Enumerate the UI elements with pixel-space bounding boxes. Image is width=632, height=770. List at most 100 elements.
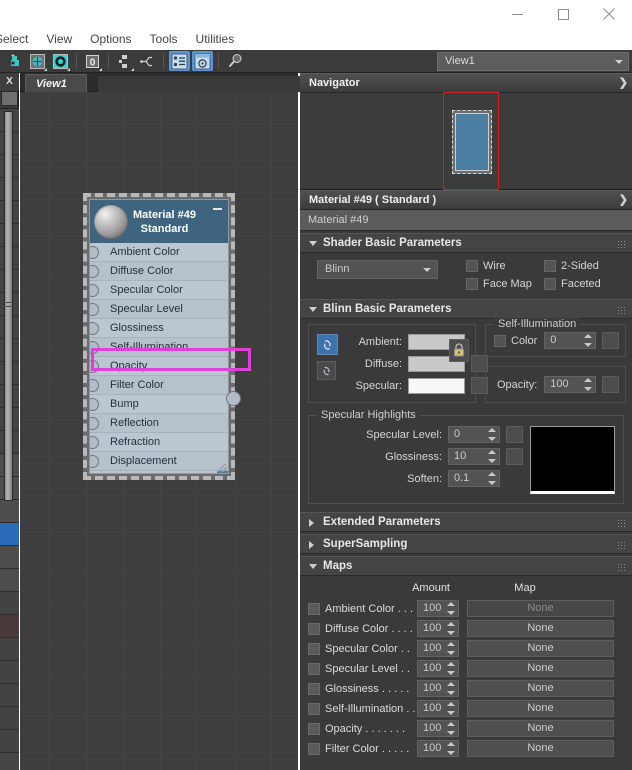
- rollout-supersampling[interactable]: SuperSampling: [300, 534, 632, 554]
- chevron-right-icon[interactable]: ❯: [619, 77, 628, 90]
- node-slot-specular-color[interactable]: Specular Color: [90, 281, 228, 300]
- map-slot-button[interactable]: None: [467, 720, 614, 737]
- map-row-specular-color[interactable]: Specular Color . . 100 None: [308, 639, 624, 658]
- node-slot-filter-color[interactable]: Filter Color: [90, 376, 228, 395]
- list-item[interactable]: [0, 546, 19, 569]
- grip-icon[interactable]: [617, 541, 625, 549]
- maximize-button[interactable]: [540, 0, 586, 28]
- checkbox-icon[interactable]: [308, 722, 320, 735]
- node-slot-ambient-color[interactable]: Ambient Color: [90, 243, 228, 262]
- rollout-blinn-basic-parameters[interactable]: Blinn Basic Parameters: [300, 299, 632, 319]
- spinner-arrows-icon[interactable]: [447, 602, 455, 615]
- checkbox-icon[interactable]: [308, 742, 320, 755]
- map-row-diffuse-color[interactable]: Diffuse Color . . . . 100 None: [308, 619, 624, 638]
- minimize-icon[interactable]: [213, 208, 222, 210]
- list-item[interactable]: [0, 684, 19, 707]
- move-children-button[interactable]: [27, 51, 48, 71]
- node-slot-glossiness[interactable]: Glossiness: [90, 319, 228, 338]
- view-selector[interactable]: View1: [437, 52, 629, 71]
- node-output-socket-icon[interactable]: [226, 391, 241, 406]
- browser-scrollbar-thumb[interactable]: [4, 111, 13, 501]
- socket-icon[interactable]: [90, 322, 99, 335]
- map-slot-button[interactable]: None: [467, 700, 614, 717]
- list-item[interactable]: [0, 615, 19, 638]
- checkbox-icon[interactable]: [308, 682, 320, 695]
- menu-view[interactable]: View: [37, 29, 81, 49]
- material-parameter-editor-button[interactable]: [169, 51, 190, 71]
- material-panel-header[interactable]: Material #49 ( Standard ) ❯: [300, 190, 632, 210]
- checkbox-icon[interactable]: [544, 260, 556, 272]
- map-slot-button[interactable]: None: [467, 640, 614, 657]
- checkbox-icon[interactable]: [308, 662, 320, 675]
- select-material-button[interactable]: [4, 51, 25, 71]
- rollout-maps[interactable]: Maps: [300, 556, 632, 576]
- spinner-arrows-icon[interactable]: [488, 472, 496, 485]
- spinner-arrows-icon[interactable]: [447, 742, 455, 755]
- specular-level-map-button[interactable]: [506, 426, 523, 443]
- select-tool-button[interactable]: [224, 51, 245, 71]
- map-amount-spinner[interactable]: 100: [417, 740, 459, 757]
- socket-icon[interactable]: [90, 303, 99, 316]
- list-item-selected[interactable]: [0, 523, 19, 546]
- socket-icon[interactable]: [90, 360, 99, 373]
- checkbox-faceted[interactable]: Faceted: [544, 278, 624, 290]
- list-item[interactable]: [0, 569, 19, 592]
- grip-icon[interactable]: [617, 306, 625, 314]
- spinner-arrows-icon[interactable]: [447, 722, 455, 735]
- close-button[interactable]: [586, 0, 632, 28]
- spinner-arrows-icon[interactable]: [488, 450, 496, 463]
- list-item[interactable]: [0, 661, 19, 684]
- checkbox-icon[interactable]: [544, 278, 556, 290]
- node-canvas[interactable]: Material #49 Standard Ambient Color Diff…: [20, 92, 298, 770]
- socket-icon[interactable]: [90, 398, 99, 411]
- glossiness-map-button[interactable]: [506, 448, 523, 465]
- node-title-bar[interactable]: Material #49 Standard: [90, 200, 228, 243]
- spinner-arrows-icon[interactable]: [584, 378, 593, 391]
- list-item[interactable]: [0, 500, 19, 523]
- socket-icon[interactable]: [90, 417, 99, 430]
- rollout-shader-basic-parameters[interactable]: Shader Basic Parameters: [300, 233, 632, 253]
- map-amount-spinner[interactable]: 100: [417, 640, 459, 657]
- map-amount-spinner[interactable]: 100: [417, 700, 459, 717]
- spinner-arrows-icon[interactable]: [488, 428, 496, 441]
- map-amount-spinner[interactable]: 100: [417, 720, 459, 737]
- checkbox-icon[interactable]: [466, 260, 478, 272]
- map-slot-button[interactable]: None: [467, 740, 614, 757]
- map-slot-button[interactable]: None: [467, 600, 614, 617]
- map-row-filter-color[interactable]: Filter Color . . . . . 100 None: [308, 739, 624, 758]
- list-item[interactable]: [0, 730, 19, 753]
- map-slot-button[interactable]: None: [467, 620, 614, 637]
- menu-utilities[interactable]: Utilities: [187, 29, 244, 49]
- specular-level-spinner[interactable]: 0: [448, 426, 500, 443]
- specular-color-swatch[interactable]: [408, 377, 465, 394]
- list-item[interactable]: [0, 707, 19, 730]
- browser-close-button[interactable]: X: [0, 73, 19, 90]
- socket-icon[interactable]: [90, 284, 99, 297]
- spinner-arrows-icon[interactable]: [584, 334, 593, 347]
- navigator-header[interactable]: Navigator ❯: [300, 73, 632, 93]
- checkbox-icon[interactable]: [308, 642, 320, 655]
- browser-list[interactable]: [0, 108, 19, 770]
- socket-icon[interactable]: [90, 455, 99, 468]
- parameters-scroll-area[interactable]: Shader Basic Parameters Blinn Wire 2-Sid…: [300, 231, 632, 770]
- chevron-right-icon[interactable]: ❯: [619, 194, 628, 207]
- node-slot-reflection[interactable]: Reflection: [90, 414, 228, 433]
- map-amount-spinner[interactable]: 100: [417, 620, 459, 637]
- map-row-opacity[interactable]: Opacity . . . . . . . 100 None: [308, 719, 624, 738]
- material-node[interactable]: Material #49 Standard Ambient Color Diff…: [83, 193, 251, 480]
- socket-icon[interactable]: [90, 265, 99, 278]
- spinner-arrows-icon[interactable]: [447, 622, 455, 635]
- navigator-node-thumbnail[interactable]: [452, 110, 492, 174]
- material-name-field[interactable]: Material #49: [300, 210, 632, 231]
- tab-strip-empty-area[interactable]: [98, 76, 320, 92]
- map-row-self-illumination[interactable]: Self-Illumination . . 100 None: [308, 699, 624, 718]
- self-illumination-map-button[interactable]: [602, 332, 620, 349]
- node-slot-bump[interactable]: Bump: [90, 395, 228, 414]
- opacity-value-spinner[interactable]: 100: [544, 376, 597, 393]
- node-resize-handle[interactable]: [216, 464, 227, 472]
- checkbox-face-map[interactable]: Face Map: [466, 278, 544, 290]
- navigator-body[interactable]: [300, 92, 632, 190]
- node-slot-opacity[interactable]: Opacity: [90, 357, 228, 376]
- map-slot-button[interactable]: None: [467, 680, 614, 697]
- lay-out-children-button[interactable]: [137, 51, 158, 71]
